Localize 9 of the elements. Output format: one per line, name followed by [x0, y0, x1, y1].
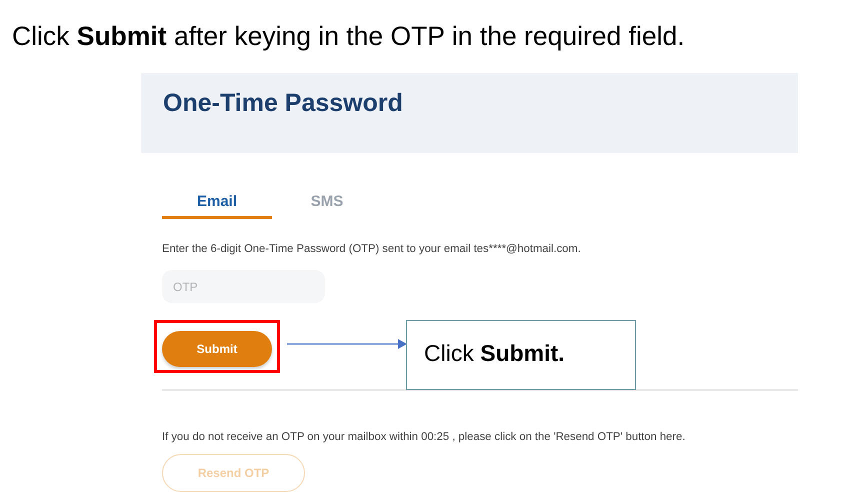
instruction-text: Enter the 6-digit One-Time Password (OTP) sent to your email tes****@hotmail.com. [162, 243, 581, 255]
submit-button[interactable]: Submit [162, 331, 272, 367]
callout-text: Click Submit. [424, 340, 565, 367]
slide-caption: Click Submit after keying in the OTP in the required field. [12, 20, 686, 52]
tab[interactable]: SMS [272, 191, 382, 219]
panel-title: One-Time Password [163, 89, 403, 118]
otp-field[interactable]: OTP [162, 270, 325, 303]
tab[interactable]: Email [162, 191, 272, 219]
resend-note: If you do not receive an OTP on your mailbox within 00:25 , please click on the 'Resend OTP' button here. [162, 431, 686, 443]
